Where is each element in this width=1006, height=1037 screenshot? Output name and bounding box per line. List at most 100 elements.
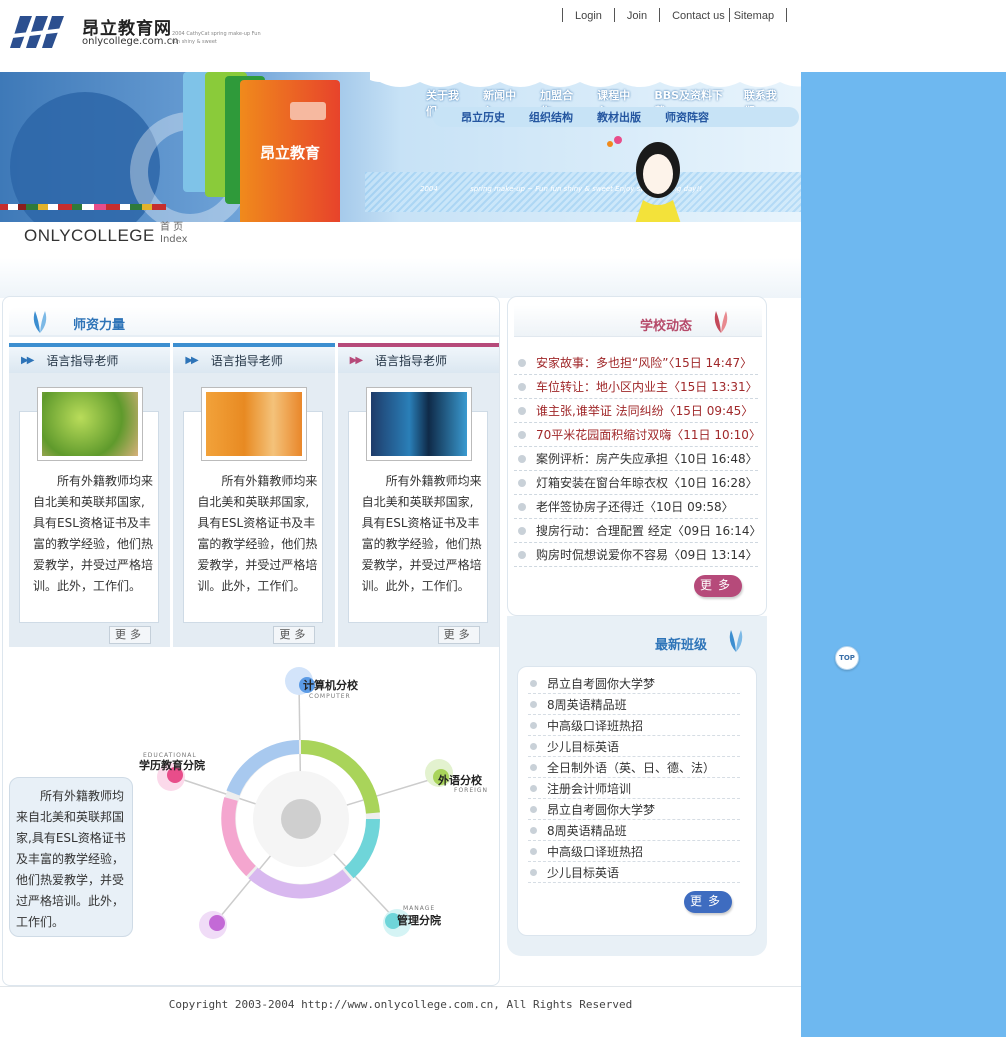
- logo-tagline: 2004 CathyCat spring make-up Fun fun shi…: [172, 31, 261, 45]
- news-item[interactable]: 70平米花园面积缩讨双嗨〈11日 10:10〉: [514, 423, 758, 447]
- campus-node-computer-sub: COMPUTER: [309, 693, 351, 700]
- news-item[interactable]: 车位转让：地小区内业主〈15日 13:31〉: [514, 375, 758, 399]
- news-item-text: 谁主张,谁举证 法同纠纷〈15日 09:45〉: [536, 404, 754, 418]
- news-item[interactable]: 灯箱安装在窗台年晾衣权〈10日 16:28〉: [514, 471, 758, 495]
- news-title-bar: 学校动态: [514, 305, 762, 337]
- back-to-top-button[interactable]: TOP: [835, 646, 859, 670]
- leaf-icon: [729, 630, 743, 652]
- campus-node-foreign[interactable]: 外语分校: [438, 775, 482, 787]
- teacher-card: ▶▶ 语言指导老师 所有外籍教师均来自北美和英联邦国家,具有ESL资格证书及丰富的…: [173, 343, 335, 647]
- slogan-year: 2004: [420, 185, 438, 193]
- classes-title: 最新班级: [655, 638, 708, 653]
- teacher-more-button[interactable]: 更多: [109, 626, 151, 644]
- sitemap-link[interactable]: Sitemap: [734, 8, 774, 24]
- teacher-card: ▶▶ 语言指导老师 所有外籍教师均来自北美和英联邦国家,具有ESL资格证书及丰富的…: [9, 343, 171, 647]
- bullet-icon: [530, 742, 537, 750]
- girl-illustration-icon: [607, 136, 681, 222]
- site-logo[interactable]: 昂立教育网 onlycollege.com.cn 2004 CathyCat s…: [10, 12, 261, 52]
- bullet-icon: [518, 430, 526, 439]
- divider: [562, 8, 563, 22]
- classes-more-button[interactable]: 更多: [684, 891, 732, 913]
- news-item-text: 搜房行动：合理配置 经定〈09日 16:14〉: [536, 524, 758, 538]
- arrow-right-icon: ▶▶: [185, 354, 198, 366]
- bullet-icon: [518, 358, 526, 367]
- class-item[interactable]: 少儿目标英语: [528, 736, 740, 757]
- campus-node-manage[interactable]: 管理分院: [397, 915, 441, 927]
- class-item[interactable]: 全日制外语（英、日、德、法）: [528, 757, 740, 778]
- contact-link[interactable]: Contact us: [672, 8, 725, 24]
- bullet-icon: [530, 847, 537, 855]
- bullet-icon: [530, 679, 537, 687]
- campus-node-computer[interactable]: 计算机分校: [303, 680, 358, 692]
- campus-node-education[interactable]: 学历教育分院: [139, 760, 205, 772]
- campus-node-manage-sub: MANAGE: [403, 905, 436, 912]
- bullet-icon: [530, 784, 537, 792]
- campus-intro: 所有外籍教师均来自北美和英联邦国家,具有ESL资格证书及丰富的教学经验，他们热爱…: [9, 777, 133, 937]
- news-item[interactable]: 老伴签协房子还得迁〈10日 09:58〉: [514, 495, 758, 519]
- news-item[interactable]: 搜房行动：合理配置 经定〈09日 16:14〉: [514, 519, 758, 543]
- banner: 昂立教育 关于我们 新闻中心 加盟合作 课程中心 BBS及资料下载 联系我们 昂…: [0, 72, 801, 222]
- book-label: 昂立教育: [260, 144, 321, 162]
- class-item[interactable]: 注册会计师培训: [528, 778, 740, 799]
- class-item-text: 少儿目标英语: [547, 739, 620, 754]
- teacher-photo[interactable]: [365, 387, 472, 461]
- news-item[interactable]: 谁主张,谁举证 法同纠纷〈15日 09:45〉: [514, 399, 758, 423]
- teacher-card-text: 所有外籍教师均来自北美和英联邦国家,具有ESL资格证书及丰富的教学经验，他们热爱…: [33, 474, 154, 593]
- class-item-text: 少儿目标英语: [547, 865, 620, 880]
- brand-sub-en: Index: [160, 234, 188, 245]
- teacher-photo[interactable]: [37, 387, 143, 461]
- right-column: 学校动态 安家故事：多也担“风险”〈15日 14:47〉 车位转让：地小区内业主…: [507, 296, 767, 956]
- class-item[interactable]: 昂立自考圆你大学梦: [528, 799, 740, 820]
- news-item[interactable]: 购房时侃想说爱你不容易〈09日 13:14〉: [514, 543, 758, 567]
- news-more-button[interactable]: 更多: [694, 575, 742, 597]
- class-item-text: 8周英语精品班: [547, 823, 627, 838]
- teacher-card-heading: 语言指导老师: [210, 353, 283, 368]
- classes-list: 昂立自考圆你大学梦 8周英语精品班 中高级口译班热招 少儿目标英语 全日制外语（…: [528, 673, 740, 883]
- bullet-icon: [518, 454, 526, 463]
- class-item[interactable]: 中高级口译班热招: [528, 715, 740, 736]
- subnav-textbooks[interactable]: 教材出版: [597, 109, 641, 125]
- subnav-faculty[interactable]: 师资阵容: [665, 109, 709, 125]
- teacher-more-button[interactable]: 更多: [437, 626, 480, 644]
- class-item[interactable]: 8周英语精品班: [528, 820, 740, 841]
- teachers-title: 师资力量: [73, 318, 126, 333]
- top-nav: Login Join Contact us Sitemap: [550, 8, 799, 24]
- logo-mark-icon: [10, 16, 64, 48]
- login-link[interactable]: Login: [575, 8, 602, 24]
- teacher-card-header: ▶▶ 语言指导老师: [9, 347, 171, 373]
- class-item[interactable]: 少儿目标英语: [528, 862, 740, 883]
- class-item[interactable]: 8周英语精品班: [528, 694, 740, 715]
- join-link[interactable]: Join: [627, 8, 647, 24]
- campus-diagram: 计算机分校 COMPUTER 外语分校 FOREIGN 管理分院 MANAGE …: [9, 653, 499, 983]
- arrow-right-icon: ▶▶: [349, 354, 363, 366]
- teacher-card-text: 所有外籍教师均来自北美和英联邦国家,具有ESL资格证书及丰富的教学经验，他们热爱…: [361, 474, 482, 593]
- class-item[interactable]: 昂立自考圆你大学梦: [528, 673, 740, 694]
- class-item-text: 中高级口译班热招: [547, 718, 644, 733]
- teacher-photo[interactable]: [201, 387, 308, 461]
- subnav-structure[interactable]: 组织结构: [529, 109, 573, 125]
- book-tab: [290, 102, 326, 120]
- news-item[interactable]: 案例评析：房产失应承担〈10日 16:48〉: [514, 447, 758, 471]
- side-background: [801, 72, 1006, 1037]
- color-strip: [0, 204, 176, 210]
- news-item-text: 车位转让：地小区内业主〈15日 13:31〉: [536, 380, 758, 394]
- bullet-icon: [518, 406, 526, 415]
- class-item-text: 8周英语精品班: [547, 697, 627, 712]
- bullet-icon: [518, 526, 526, 535]
- class-item-text: 中高级口译班热招: [547, 844, 644, 859]
- news-item-text: 案例评析：房产失应承担〈10日 16:48〉: [536, 452, 758, 466]
- classes-panel: 最新班级 昂立自考圆你大学梦 8周英语精品班 中高级口译班热招 少儿目标英语 全…: [507, 616, 767, 956]
- class-item-text: 昂立自考圆你大学梦: [547, 676, 656, 691]
- teacher-cards: ▶▶ 语言指导老师 所有外籍教师均来自北美和英联邦国家,具有ESL资格证书及丰富的…: [9, 343, 499, 647]
- leaf-icon: [714, 311, 728, 333]
- divider: [786, 8, 788, 22]
- teacher-more-button[interactable]: 更多: [273, 626, 316, 644]
- footer-copyright: Copyright 2003-2004 http://www.onlycolle…: [168, 998, 633, 1011]
- subnav-history[interactable]: 昂立历史: [461, 109, 505, 125]
- news-item[interactable]: 安家故事：多也担“风险”〈15日 14:47〉: [514, 351, 758, 375]
- bullet-icon: [530, 868, 537, 876]
- bullet-icon: [530, 805, 537, 813]
- class-item[interactable]: 中高级口译班热招: [528, 841, 740, 862]
- bullet-icon: [518, 502, 526, 511]
- news-item-text: 灯箱安装在窗台年晾衣权〈10日 16:28〉: [536, 476, 758, 490]
